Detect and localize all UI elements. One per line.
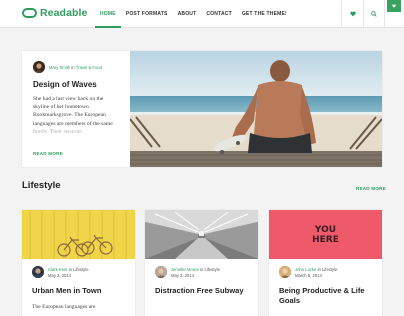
dropdown-toggle[interactable] <box>387 0 401 12</box>
post-excerpt: She had a last view back on the skyline … <box>33 95 120 136</box>
post-meta: Mary Smith in Travel & Food <box>33 61 120 73</box>
nav-contact[interactable]: CONTACT <box>201 0 236 28</box>
author-avatar[interactable] <box>32 266 44 278</box>
post-card-image[interactable]: YOU HERE <box>269 210 382 259</box>
nav-post-formats[interactable]: POST FORMATS <box>121 0 173 28</box>
featured-image[interactable] <box>130 51 382 167</box>
heart-icon <box>349 11 356 17</box>
post-title[interactable]: Being Productive & Life Goals <box>279 286 372 305</box>
featured-post: Mary Smith in Travel & Food Design of Wa… <box>22 51 382 167</box>
category-link[interactable]: Lifestyle <box>73 267 88 272</box>
in-text: in <box>71 64 75 70</box>
search-button[interactable] <box>363 0 385 28</box>
post-card: YOU HERE John Locke in Lifestyle March 5,… <box>269 210 382 316</box>
author-link[interactable]: Jennifer Moore <box>171 267 199 272</box>
favorites-button[interactable] <box>341 0 363 28</box>
nav-home[interactable]: HOME <box>95 0 121 28</box>
logo-text: Readable <box>40 7 88 19</box>
post-meta: John Locke in Lifestyle March 5, 2014 <box>279 266 372 278</box>
post-excerpt: The European languages are <box>32 303 96 310</box>
category-link[interactable]: Travel & Food <box>76 65 102 70</box>
post-date: May 2, 2014 <box>171 272 195 278</box>
main-nav: HOME POST FORMATS ABOUT CONTACT GET THE … <box>95 0 292 28</box>
section-title: Lifestyle <box>22 180 61 191</box>
category-link[interactable]: Lifestyle <box>205 267 220 272</box>
post-meta: Clark Kent in Lifestyle May 2, 2014 <box>32 266 125 278</box>
author-link[interactable]: Clark Kent <box>48 267 68 272</box>
author-link[interactable]: Mary Smith <box>49 65 70 70</box>
author-avatar[interactable] <box>279 266 291 278</box>
post-title[interactable]: Design of Waves <box>33 80 120 89</box>
site-header: Readable HOME POST FORMATS ABOUT CONTACT… <box>0 0 404 28</box>
post-card: Clark Kent in Lifestyle May 2, 2014 Urban… <box>22 210 135 316</box>
site-logo[interactable]: Readable <box>22 7 88 19</box>
post-date: March 5, 2014 <box>295 272 322 278</box>
author-link[interactable]: John Locke <box>295 267 316 272</box>
post-card-image[interactable] <box>145 210 258 259</box>
category-link[interactable]: Lifestyle <box>322 267 337 272</box>
chevron-down-icon <box>391 4 397 8</box>
author-avatar[interactable] <box>155 266 167 278</box>
post-title[interactable]: Distraction Free Subway <box>155 286 248 296</box>
search-icon <box>371 11 377 17</box>
post-date: May 2, 2014 <box>48 272 72 278</box>
post-card-content: Jennifer Moore in Lifestyle May 2, 2014 D… <box>145 259 258 296</box>
post-card-image[interactable] <box>22 210 135 259</box>
post-title[interactable]: Urban Men in Town <box>32 286 125 296</box>
post-card: Jennifer Moore in Lifestyle May 2, 2014 D… <box>145 210 258 316</box>
post-meta: Jennifer Moore in Lifestyle May 2, 2014 <box>155 266 248 278</box>
post-card-content: Clark Kent in Lifestyle May 2, 2014 Urban… <box>22 259 135 311</box>
read-more-link[interactable]: READ MORE <box>33 151 63 156</box>
speech-bubble-icon <box>22 8 37 18</box>
section-read-more-link[interactable]: READ MORE <box>356 186 386 191</box>
featured-post-content: Mary Smith in Travel & Food Design of Wa… <box>22 51 130 167</box>
author-avatar[interactable] <box>33 61 45 73</box>
post-card-content: John Locke in Lifestyle March 5, 2014 Bei… <box>269 259 382 305</box>
nav-about[interactable]: ABOUT <box>173 0 202 28</box>
nav-get-the-theme[interactable]: GET THE THEME! <box>237 0 292 28</box>
image-text: YOU HERE <box>312 224 339 245</box>
